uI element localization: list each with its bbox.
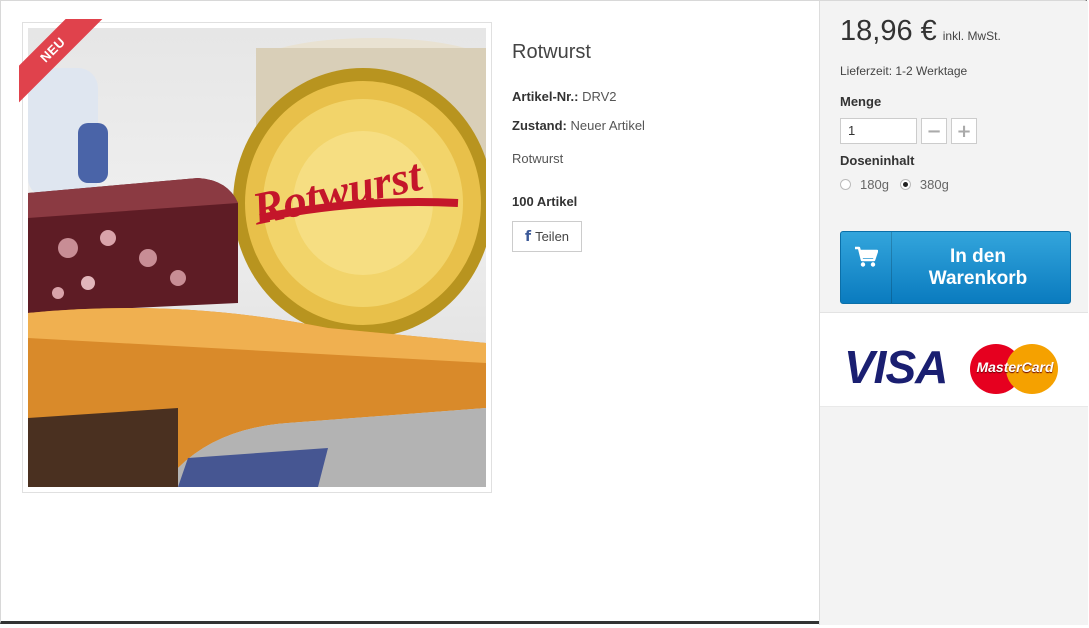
variant-options: 180g 380g (840, 177, 949, 192)
cart-label-line1: In den (950, 245, 1006, 267)
condition-label: Zustand: (512, 118, 567, 133)
price: 18,96 € (840, 15, 937, 47)
vat-note: inkl. MwSt. (942, 29, 1001, 43)
visa-logo: VISA (844, 341, 948, 393)
add-to-cart-button[interactable]: In den Warenkorb (840, 231, 1071, 304)
cart-icon-cell (841, 232, 892, 303)
variant-180g-radio[interactable] (840, 179, 851, 190)
sku-row: Artikel-Nr.: DRV2 (512, 89, 617, 104)
shopping-cart-icon (855, 246, 878, 267)
quickview-modal: Rotwurst NEU Rotwurst Artikel-Nr.: DRV2 … (0, 0, 1088, 625)
sku-label: Artikel-Nr.: (512, 89, 579, 104)
variant-380g-label[interactable]: 380g (920, 177, 949, 192)
delivery-time: Lieferzeit: 1-2 Werktage (840, 64, 968, 78)
cart-label-line2: Warenkorb (928, 267, 1028, 289)
price-row: 18,96 € inkl. MwSt. (840, 15, 1001, 48)
mastercard-logo: MasterCard (970, 344, 1058, 394)
facebook-share-button[interactable]: f Teilen (512, 221, 582, 252)
condition-row: Zustand: Neuer Artikel (512, 118, 645, 133)
condition-value: Neuer Artikel (570, 118, 645, 133)
variant-180g-label[interactable]: 180g (860, 177, 889, 192)
new-badge: NEU (19, 19, 105, 105)
share-label: Teilen (535, 229, 570, 244)
add-to-cart-label: In den Warenkorb (892, 232, 1070, 303)
variant-label: Doseninhalt (840, 153, 915, 168)
variant-380g-radio[interactable] (899, 179, 911, 190)
new-badge-wrap: NEU (19, 19, 105, 105)
mastercard-text: MasterCard (976, 359, 1054, 375)
quantity-decrease-button[interactable]: − (921, 118, 947, 144)
stock-count: 100 Artikel (512, 194, 578, 209)
quantity-input[interactable]: 1 (840, 118, 917, 144)
product-title: Rotwurst (512, 41, 591, 63)
quantity-label: Menge (840, 94, 882, 109)
short-description: Rotwurst (512, 151, 564, 166)
sku-value: DRV2 (582, 89, 617, 104)
purchase-panel: 18,96 € inkl. MwSt. Lieferzeit: 1-2 Werk… (819, 1, 1088, 625)
quantity-increase-button[interactable]: + (951, 118, 977, 144)
facebook-icon: f (524, 228, 532, 245)
payment-methods: VISA MasterCard (820, 312, 1088, 407)
